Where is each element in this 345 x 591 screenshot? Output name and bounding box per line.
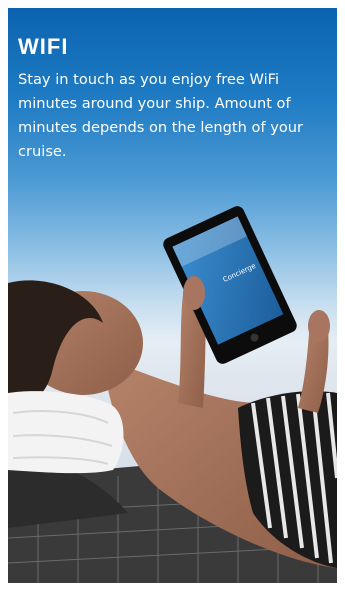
left-hand (183, 276, 205, 310)
right-hand (308, 310, 330, 342)
wifi-card: Concierge WIFI Stay in touch as you enjo… (8, 8, 337, 583)
section-title: WIFI (18, 34, 69, 59)
section-description: Stay in touch as you enjoy free WiFi min… (18, 71, 304, 160)
white-towel (8, 391, 124, 474)
